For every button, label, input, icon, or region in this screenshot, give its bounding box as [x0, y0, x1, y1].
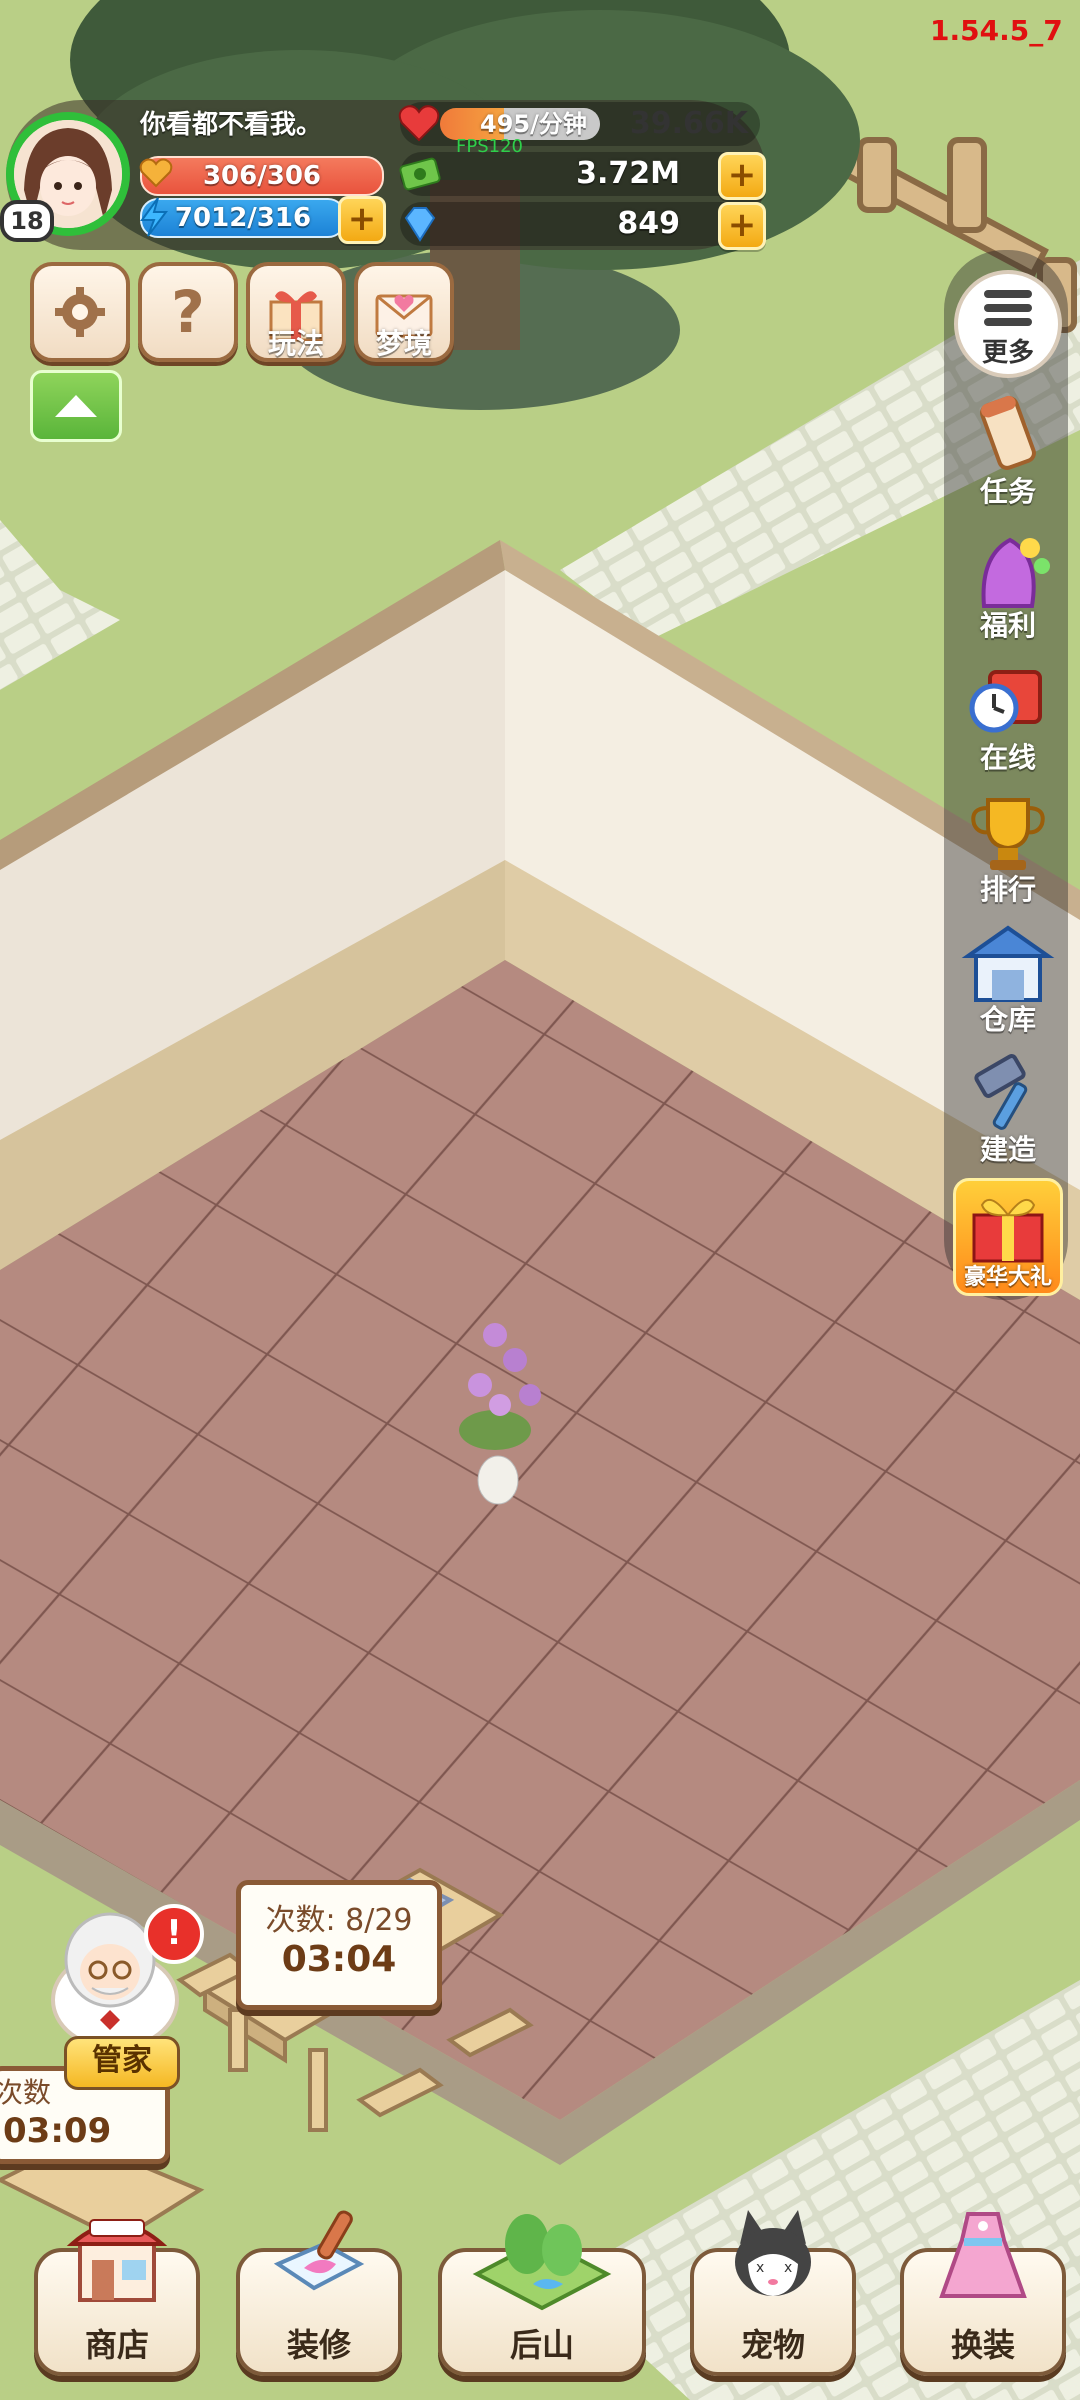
- nav-label: 宠物: [740, 2326, 805, 2364]
- side-item-label: 豪华大礼: [963, 1265, 1052, 1290]
- menu-list-icon: [984, 290, 1032, 326]
- hearts-row: 495/分钟 39.66K: [400, 102, 760, 146]
- fps-label: FPS120: [456, 136, 523, 157]
- settings-button[interactable]: [30, 262, 130, 362]
- energy-value: 7012/316: [174, 203, 312, 233]
- dream-label: 梦境: [375, 327, 432, 360]
- nav-decorate[interactable]: 装修: [236, 2204, 402, 2376]
- collapse-button[interactable]: [30, 370, 122, 442]
- trophy-icon: [971, 798, 1045, 870]
- nav-label: 装修: [286, 2326, 351, 2364]
- gems-value: 849: [617, 206, 680, 241]
- play-guide-button[interactable]: 玩法: [246, 262, 346, 362]
- svg-text:x: x: [756, 2260, 764, 2276]
- hp-bar: 306/306: [140, 156, 384, 196]
- dress-icon: [939, 2212, 1027, 2298]
- add-energy-button[interactable]: +: [338, 196, 386, 244]
- warehouse-icon: [961, 925, 1055, 1002]
- hp-value: 306/306: [202, 161, 322, 191]
- triangle-up-icon: [55, 395, 97, 417]
- add-gems-button[interactable]: +: [718, 202, 766, 250]
- paint-brush-icon: [273, 2210, 365, 2291]
- more-label: 更多: [981, 338, 1034, 368]
- play-guide-label: 玩法: [267, 327, 324, 360]
- hearts-value: 39.66K: [629, 106, 748, 141]
- hammer-icon: [974, 1054, 1028, 1130]
- countdown-timer-left: 03:09: [3, 2111, 112, 2151]
- gear-icon: [55, 287, 105, 337]
- version-label: 1.54.5_7: [930, 14, 1063, 47]
- side-item-luxury-gift[interactable]: 豪华大礼: [950, 1178, 1066, 1302]
- cash-icon: [398, 152, 442, 196]
- help-button[interactable]: ?: [138, 262, 238, 362]
- alert-exclamation-icon: !: [166, 1913, 182, 1953]
- shop-icon: [66, 2219, 168, 2302]
- butler-alert-badge: !: [144, 1904, 204, 1964]
- player-level-badge: 18: [0, 200, 54, 242]
- use-count: 次数: 8/29: [265, 1903, 413, 1938]
- countdown-timer: 03:04: [281, 1939, 397, 1980]
- big-gift-icon: [972, 1198, 1044, 1263]
- clock-gift-icon: [969, 670, 1042, 733]
- more-button[interactable]: 更多: [954, 270, 1062, 378]
- nav-label: 换装: [950, 2326, 1015, 2364]
- side-item-welfare[interactable]: 福利: [950, 526, 1066, 650]
- nav-shop[interactable]: 商店: [34, 2204, 200, 2376]
- dream-button[interactable]: 梦境: [354, 262, 454, 362]
- side-item-online[interactable]: 在线: [950, 658, 1066, 782]
- table-timer-board[interactable]: 次数: 8/29 03:04: [236, 1880, 442, 2010]
- lightning-icon: [136, 196, 172, 238]
- heart-icon: [396, 100, 442, 146]
- nav-pets[interactable]: x x 宠物: [690, 2204, 856, 2376]
- hp-hearts-icon: [136, 152, 176, 192]
- nav-backhill[interactable]: 后山: [438, 2204, 646, 2376]
- nav-label: 商店: [84, 2326, 149, 2364]
- nav-outfit[interactable]: 换装: [900, 2204, 1066, 2376]
- svg-text:x: x: [784, 2260, 792, 2276]
- cash-value: 3.72M: [576, 156, 680, 191]
- side-item-warehouse[interactable]: 仓库: [950, 920, 1066, 1044]
- add-cash-button[interactable]: +: [718, 152, 766, 200]
- side-item-build[interactable]: 建造: [950, 1050, 1066, 1174]
- player-name: 你看都不看我。: [140, 110, 323, 140]
- cat-icon: x x: [735, 2210, 811, 2296]
- side-item-tasks[interactable]: 任务: [950, 392, 1066, 516]
- scroll-icon: [980, 395, 1036, 470]
- mountain-icon: [472, 2214, 612, 2311]
- nav-label: 后山: [509, 2326, 574, 2364]
- side-item-ranking[interactable]: 排行: [950, 790, 1066, 914]
- butler-button[interactable]: 管家: [64, 2036, 180, 2090]
- gems-row: 849: [400, 202, 760, 246]
- gift-bag-icon: [981, 537, 1050, 608]
- question-icon: ?: [171, 278, 205, 346]
- diamond-icon: [398, 202, 442, 246]
- cash-row: 3.72M: [400, 152, 760, 196]
